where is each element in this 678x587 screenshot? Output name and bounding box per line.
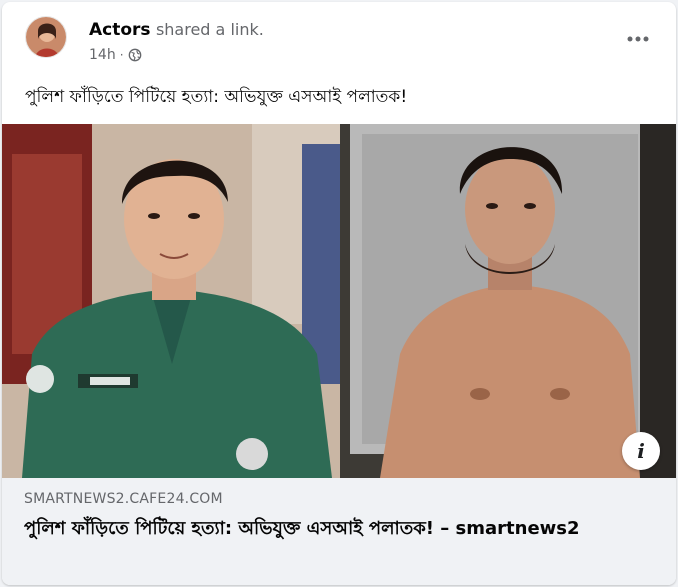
victim-photo	[340, 124, 676, 478]
link-domain: SMARTNEWS2.CAFE24.COM	[24, 491, 223, 507]
officer-photo	[2, 124, 340, 478]
post-author-line: Actors shared a link.	[89, 20, 264, 40]
post-meta: 14h ·	[89, 47, 142, 63]
link-preview[interactable]: SMARTNEWS2.CAFE24.COM পুলিশ ফাঁড়িতে পিট…	[2, 478, 676, 585]
author-avatar[interactable]	[25, 16, 67, 58]
info-icon[interactable]: i	[622, 432, 660, 470]
link-title[interactable]: পুলিশ ফাঁড়িতে পিটিয়ে হত্যা: অভিযুক্ত এ…	[24, 516, 654, 541]
author-name[interactable]: Actors	[89, 20, 151, 40]
post-timestamp[interactable]: 14h	[89, 47, 116, 63]
post-image[interactable]: i	[2, 124, 676, 478]
globe-icon	[128, 48, 142, 62]
post-caption: পুলিশ ফাঁড়িতে পিটিয়ে হত্যা: অভিযুক্ত এ…	[25, 87, 408, 107]
post-header: Actors shared a link. 14h ·	[2, 2, 676, 74]
post-action-text: shared a link.	[155, 20, 264, 39]
more-options-icon[interactable]	[620, 27, 656, 51]
post-card: Actors shared a link. 14h · পুলিশ ফাঁড়ি…	[2, 2, 676, 585]
meta-separator: ·	[119, 48, 124, 62]
